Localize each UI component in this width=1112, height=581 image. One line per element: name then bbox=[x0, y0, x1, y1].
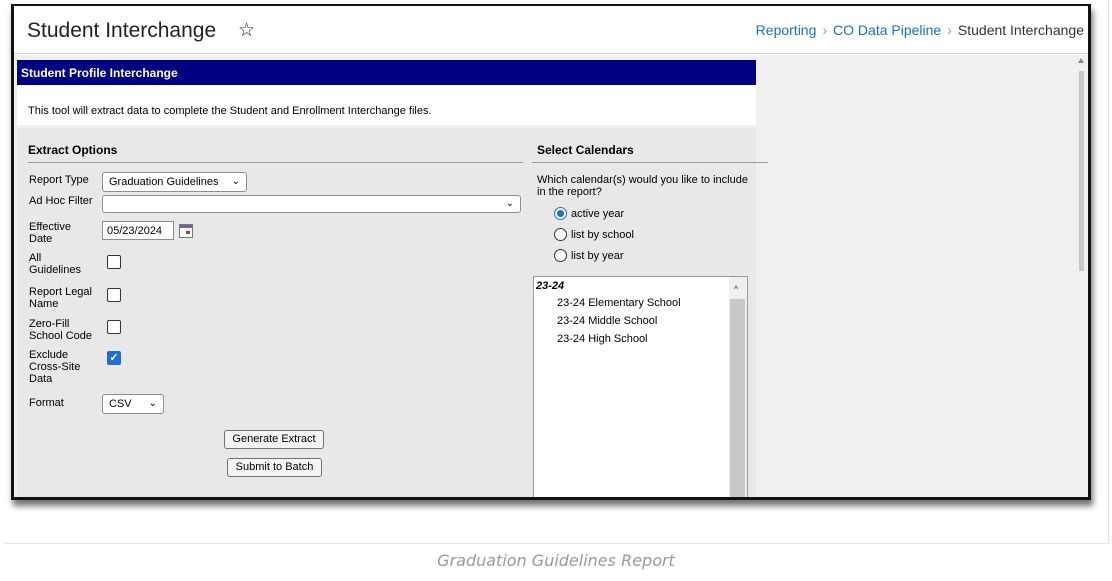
effective-date-label-line1: Effective bbox=[29, 221, 71, 233]
report-legal-name-label-line2: Name bbox=[29, 298, 59, 310]
report-legal-name-checkbox[interactable] bbox=[107, 288, 121, 302]
scrollbar-thumb[interactable] bbox=[730, 299, 745, 497]
all-guidelines-label: All Guidelines bbox=[29, 252, 81, 276]
effective-date-input[interactable]: 05/23/2024 bbox=[102, 221, 174, 240]
format-select[interactable]: CSV ⌄ bbox=[102, 394, 164, 414]
report-type-value: Graduation Guidelines bbox=[109, 176, 219, 188]
top-bar: Student Interchange ☆ Reporting › CO Data … bbox=[14, 6, 1088, 54]
radio-list-by-school[interactable] bbox=[554, 228, 567, 241]
tool-content: Student Profile Interchange This tool wi… bbox=[14, 55, 1078, 497]
chevron-down-icon: ⌄ bbox=[231, 176, 240, 187]
zero-fill-label-line2: School Code bbox=[29, 330, 92, 342]
all-guidelines-label-line1: All bbox=[29, 252, 42, 264]
calendar-option[interactable]: 23-24 Elementary School bbox=[557, 297, 681, 309]
exclude-cross-site-label-line3: Data bbox=[29, 373, 53, 385]
chevron-up-icon[interactable]: ^ bbox=[734, 284, 738, 294]
calendars-question-line2: in the report? bbox=[537, 186, 602, 198]
chevron-down-icon: ⌄ bbox=[148, 398, 157, 409]
exclude-cross-site-label: Exclude Cross-Site Data bbox=[29, 349, 80, 385]
figure-caption: Graduation Guidelines Report bbox=[437, 551, 675, 570]
extract-options-title: Extract Options bbox=[28, 143, 118, 157]
exclude-cross-site-label-line1: Exclude bbox=[29, 349, 69, 361]
chevron-right-icon: › bbox=[822, 22, 828, 38]
radio-list-by-school-label: list by school bbox=[571, 229, 634, 241]
report-type-select[interactable]: Graduation Guidelines ⌄ bbox=[102, 172, 247, 192]
calendar-option[interactable]: 23-24 Middle School bbox=[557, 315, 657, 327]
radio-active-year[interactable] bbox=[554, 207, 567, 220]
calendar-listbox[interactable]: 23-24 23-24 Elementary School 23-24 Midd… bbox=[533, 276, 748, 497]
page-scrollbar[interactable] bbox=[1075, 55, 1088, 497]
divider bbox=[532, 162, 768, 163]
tool-description: This tool will extract data to complete … bbox=[17, 85, 756, 125]
breadcrumb-current: Student Interchange bbox=[957, 22, 1084, 38]
format-label: Format bbox=[29, 397, 64, 409]
submit-to-batch-button[interactable]: Submit to Batch bbox=[227, 458, 322, 477]
all-guidelines-label-line2: Guidelines bbox=[29, 264, 81, 276]
divider bbox=[28, 162, 523, 163]
calendars-question: Which calendar(s) would you like to incl… bbox=[537, 174, 748, 198]
calendar-icon[interactable] bbox=[179, 224, 193, 238]
format-value: CSV bbox=[109, 398, 132, 410]
report-legal-name-label: Report Legal Name bbox=[29, 286, 92, 310]
report-type-label: Report Type bbox=[29, 174, 89, 186]
tool-header: Student Profile Interchange bbox=[17, 60, 756, 85]
ad-hoc-filter-label: Ad Hoc Filter bbox=[29, 195, 93, 207]
zero-fill-label: Zero-Fill School Code bbox=[29, 318, 92, 342]
chevron-right-icon: › bbox=[947, 22, 952, 38]
breadcrumb: Reporting › CO Data Pipeline › Student Inter… bbox=[756, 22, 1084, 38]
options-panel: Extract Options Report Type Graduation G… bbox=[17, 128, 768, 497]
zero-fill-checkbox[interactable] bbox=[107, 320, 121, 334]
calendar-option[interactable]: 23-24 High School bbox=[557, 333, 648, 345]
report-legal-name-label-line1: Report Legal bbox=[29, 286, 92, 298]
check-icon: ✓ bbox=[109, 352, 119, 364]
zero-fill-label-line1: Zero-Fill bbox=[29, 318, 70, 330]
screenshot-window: Student Interchange ☆ Reporting › CO Data … bbox=[11, 4, 1091, 500]
breadcrumb-reporting[interactable]: Reporting bbox=[756, 22, 817, 38]
calendars-question-line1: Which calendar(s) would you like to incl… bbox=[537, 174, 748, 186]
scroll-up-icon[interactable] bbox=[1078, 58, 1084, 63]
effective-date-label-line2: Date bbox=[29, 233, 53, 245]
exclude-cross-site-checkbox[interactable]: ✓ bbox=[107, 351, 121, 365]
exclude-cross-site-label-line2: Cross-Site bbox=[29, 361, 81, 373]
generate-extract-button[interactable]: Generate Extract bbox=[224, 430, 324, 449]
breadcrumb-co-data-pipeline[interactable]: CO Data Pipeline bbox=[833, 22, 941, 38]
radio-list-by-year-label: list by year bbox=[571, 250, 624, 262]
radio-active-year-label: active year bbox=[571, 208, 625, 220]
effective-date-label: Effective Date bbox=[29, 221, 71, 245]
star-icon[interactable]: ☆ bbox=[238, 19, 255, 42]
calendar-group-label: 23-24 bbox=[536, 280, 565, 292]
listbox-scrollbar[interactable]: ^ bbox=[729, 277, 747, 497]
scrollbar-thumb[interactable] bbox=[1079, 71, 1084, 271]
all-guidelines-checkbox[interactable] bbox=[107, 255, 121, 269]
select-calendars-title: Select Calendars bbox=[537, 143, 634, 157]
ad-hoc-filter-select[interactable]: ⌄ bbox=[102, 195, 521, 213]
page: Student Interchange ☆ Reporting › CO Data … bbox=[0, 0, 1112, 581]
page-title: Student Interchange bbox=[27, 19, 217, 42]
radio-list-by-year[interactable] bbox=[554, 249, 567, 262]
chevron-down-icon: ⌄ bbox=[505, 198, 514, 209]
